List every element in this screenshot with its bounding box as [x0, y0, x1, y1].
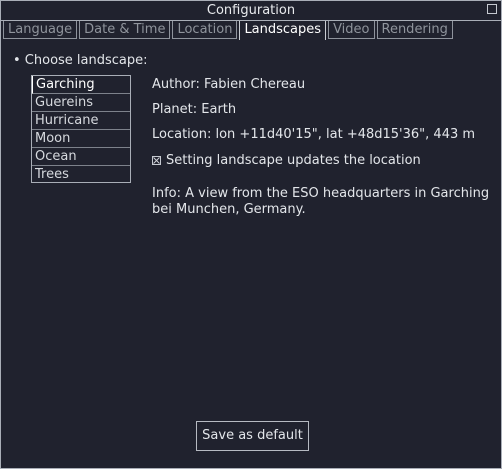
- landscape-location: Location: lon +11d40'15", lat +48d15'36"…: [152, 127, 476, 142]
- close-window-button[interactable]: [487, 4, 497, 14]
- landscape-item-guereins[interactable]: Guereins: [32, 94, 130, 112]
- tab-date-time[interactable]: Date & Time: [79, 21, 171, 39]
- landscape-author: Author: Fabien Chereau: [152, 77, 306, 92]
- tab-rendering[interactable]: Rendering: [376, 21, 453, 39]
- window-title: Configuration: [206, 3, 296, 18]
- title-bar[interactable]: Configuration: [1, 1, 501, 21]
- checkmark-x-icon: [153, 157, 160, 164]
- landscape-list: Garching Guereins Hurricane Moon Ocean T…: [31, 75, 131, 183]
- landscape-planet: Planet: Earth: [152, 102, 237, 117]
- landscape-item-ocean[interactable]: Ocean: [32, 148, 130, 166]
- save-as-default-button[interactable]: Save as default: [196, 421, 309, 451]
- update-location-label: Setting landscape updates the location: [166, 153, 421, 168]
- tab-bar: Language Date & Time Location Landscapes…: [3, 21, 455, 40]
- update-location-checkbox[interactable]: [152, 156, 161, 165]
- landscape-info: Info: A view from the ESO headquarters i…: [152, 186, 490, 217]
- tab-landscapes[interactable]: Landscapes: [239, 21, 327, 40]
- configuration-window: Configuration Language Date & Time Locat…: [0, 0, 502, 469]
- landscape-item-hurricane[interactable]: Hurricane: [32, 112, 130, 130]
- landscape-item-moon[interactable]: Moon: [32, 130, 130, 148]
- landscape-item-trees[interactable]: Trees: [32, 166, 130, 184]
- tab-location[interactable]: Location: [172, 21, 238, 39]
- update-location-option[interactable]: Setting landscape updates the location: [152, 152, 421, 169]
- tab-video[interactable]: Video: [328, 21, 375, 39]
- landscape-item-garching[interactable]: Garching: [32, 76, 130, 94]
- choose-landscape-heading: • Choose landscape:: [13, 53, 148, 68]
- tab-language[interactable]: Language: [3, 21, 78, 39]
